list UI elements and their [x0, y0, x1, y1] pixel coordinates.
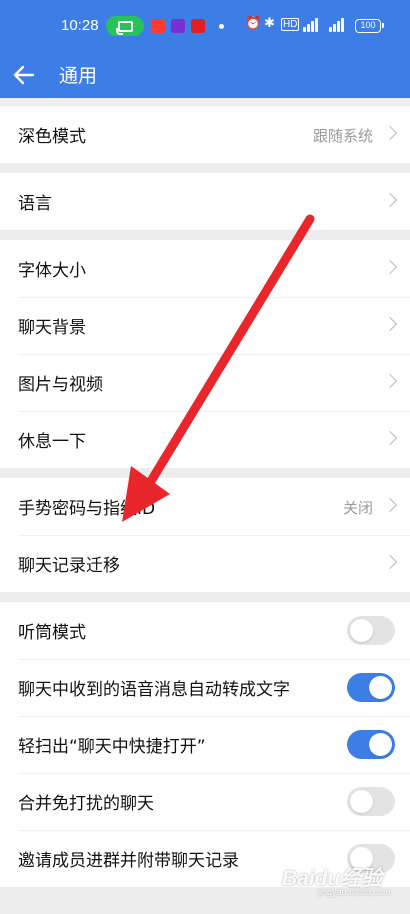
settings-row-label: 聊天中收到的语音消息自动转成文字: [18, 680, 290, 700]
settings-row-label: 听筒模式: [18, 623, 86, 643]
battery-icon: 100: [355, 19, 384, 33]
chevron-right-icon: [382, 259, 398, 275]
baidu-watermark: Baidu经验 jingyan.baidu.com: [282, 867, 391, 897]
toggle-knob: [350, 790, 373, 813]
settings-row[interactable]: 合并免打扰的聊天: [0, 773, 410, 830]
settings-group: 深色模式 跟随系统: [0, 106, 410, 163]
settings-row-label: 轻扫出“聊天中快捷打开”: [18, 737, 206, 757]
settings-group: 语言: [0, 173, 410, 230]
alarm-icon: ⏰: [245, 16, 262, 31]
toggle-switch[interactable]: [347, 787, 395, 816]
settings-row[interactable]: 轻扫出“聊天中快捷打开”: [0, 716, 410, 773]
settings-list: 深色模式 跟随系统 语言 字体大小 聊天背景 图片与视频 休息一下 手势密码与指纹ID 关闭 聊天…: [0, 106, 410, 897]
chevron-right-icon: [382, 554, 398, 570]
toggle-switch[interactable]: [347, 730, 395, 759]
settings-row-label: 邀请成员进群并附带聊天记录: [18, 851, 239, 871]
settings-row-value: 跟随系统: [312, 127, 373, 145]
signal-icon: [303, 18, 319, 32]
settings-row-label: 语言: [18, 194, 52, 214]
settings-row[interactable]: 聊天记录迁移: [0, 535, 410, 592]
settings-row-label: 聊天记录迁移: [18, 556, 120, 576]
toggle-knob: [369, 733, 392, 756]
chevron-right-icon: [382, 497, 398, 513]
settings-row[interactable]: 深色模式 跟随系统: [0, 106, 410, 163]
screen-cast-icon[interactable]: [106, 16, 144, 36]
settings-row[interactable]: 手势密码与指纹ID 关闭: [0, 478, 410, 535]
settings-row-value: 关闭: [342, 499, 373, 517]
settings-group: 手势密码与指纹ID 关闭聊天记录迁移: [0, 478, 410, 592]
back-arrow-icon[interactable]: [10, 61, 38, 89]
settings-row[interactable]: 语言: [0, 173, 410, 230]
settings-row-label: 聊天背景: [18, 318, 86, 338]
signal-icon: [329, 18, 345, 32]
toggle-switch[interactable]: [347, 616, 395, 645]
chevron-right-icon: [382, 125, 398, 141]
more-notifications-dot: [219, 24, 224, 29]
chevron-right-icon: [382, 316, 398, 332]
chevron-right-icon: [382, 192, 398, 208]
toggle-knob: [369, 676, 392, 699]
settings-row-label: 深色模式: [18, 127, 86, 147]
chevron-right-icon: [382, 430, 398, 446]
status-bar: 10:28 ⏰ ✱ HD 100: [0, 0, 410, 52]
toggle-knob: [350, 619, 373, 642]
settings-row-label: 图片与视频: [18, 375, 103, 395]
settings-row[interactable]: 聊天背景: [0, 297, 410, 354]
page-title: 通用: [59, 65, 98, 87]
settings-row[interactable]: 图片与视频: [0, 354, 410, 411]
toggle-switch[interactable]: [347, 673, 395, 702]
settings-row[interactable]: 听筒模式: [0, 602, 410, 659]
status-time: 10:28: [61, 17, 99, 34]
settings-row-label: 合并免打扰的聊天: [18, 794, 154, 814]
settings-row-label: 手势密码与指纹ID: [18, 499, 156, 519]
settings-row[interactable]: 聊天中收到的语音消息自动转成文字: [0, 659, 410, 716]
chevron-right-icon: [382, 373, 398, 389]
app-notification-icon: [171, 19, 185, 33]
settings-group: 听筒模式聊天中收到的语音消息自动转成文字 轻扫出“聊天中快捷打开” 合并免打扰的聊天…: [0, 602, 410, 887]
settings-group: 字体大小聊天背景图片与视频休息一下: [0, 240, 410, 468]
app-notification-icon: [151, 19, 165, 33]
settings-row-label: 字体大小: [18, 261, 86, 281]
hd-icon: HD: [281, 18, 300, 31]
bluetooth-icon: ✱: [264, 16, 275, 31]
title-bar: 通用: [0, 52, 410, 98]
settings-row-label: 休息一下: [18, 432, 86, 452]
settings-row[interactable]: 休息一下: [0, 411, 410, 468]
settings-row[interactable]: 字体大小: [0, 240, 410, 297]
app-notification-icon: [191, 19, 205, 33]
